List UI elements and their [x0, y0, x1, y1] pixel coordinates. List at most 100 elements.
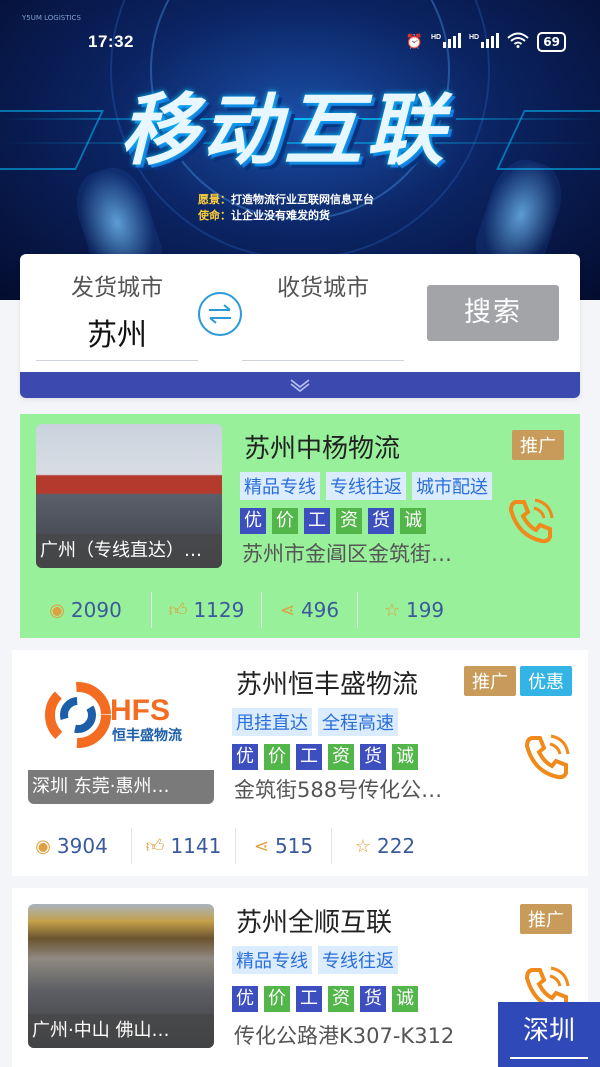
to-city-label: 收货城市	[277, 275, 369, 301]
service-tag: 全程高速	[318, 708, 398, 736]
to-city-underline	[242, 360, 404, 361]
hd-signal-icon: HD	[431, 32, 462, 52]
favorites-stat[interactable]: ☆ 199	[358, 592, 470, 628]
service-tag: 专线往返	[326, 472, 406, 500]
mission-key: 使命：	[198, 209, 231, 222]
qual-badge: 货	[368, 508, 394, 534]
service-tag: 精品专线	[240, 472, 320, 500]
listing-card[interactable]: 广州（专线直达）… 苏州中杨物流 推广 精品专线 专线往返 城市配送 优 价 工…	[20, 414, 580, 638]
company-address: 金筑街588号传化公…	[234, 778, 443, 802]
phone-call-icon[interactable]	[520, 730, 572, 782]
qual-badge: 资	[328, 986, 354, 1012]
views-stat: ◉ 3904	[12, 828, 132, 864]
banner-title: 移动互联	[120, 86, 449, 176]
promo-badge: 推广	[512, 430, 564, 460]
likes-count: 1129	[193, 598, 245, 622]
discount-badge: 优惠	[520, 666, 572, 696]
eye-icon: ◉	[35, 835, 51, 857]
route-caption: 广州（专线直达）…	[36, 534, 222, 568]
badge-group: 推广 优惠	[464, 666, 572, 696]
from-city-value[interactable]: 苏州	[36, 310, 198, 353]
service-tags: 甩挂直达 全程高速	[232, 708, 398, 736]
promo-badge: 推广	[464, 666, 516, 696]
thumbs-up-icon: 👍︎	[168, 600, 188, 621]
views-count: 2090	[70, 598, 122, 622]
alarm-icon: ⏰	[405, 34, 424, 50]
route-search-panel: 发货城市 苏州 收货城市 搜索	[20, 254, 580, 398]
current-city-button[interactable]: 深圳	[498, 1002, 600, 1067]
stats-row: ◉ 2090 👍︎ 1129 ⋖ 496 ☆ 199	[20, 590, 580, 630]
listing-thumbnail[interactable]: HFS 恒丰盛物流 深圳 东莞·惠州…	[28, 660, 214, 804]
search-button[interactable]: 搜索	[427, 285, 559, 341]
eye-icon: ◉	[49, 599, 65, 621]
qual-badge: 优	[232, 986, 258, 1012]
likes-count: 1141	[170, 834, 222, 858]
shares-stat[interactable]: ⋖ 515	[236, 828, 332, 864]
banner-corner-text: Y5UM LOGISTICS	[22, 14, 81, 22]
service-tag: 城市配送	[412, 472, 492, 500]
banner-slogan: 愿景：打造物流行业互联网信息平台 使命：让企业没有难发的货	[198, 192, 374, 224]
svg-text:HD: HD	[469, 34, 479, 41]
likes-stat[interactable]: 👍︎ 1129	[152, 592, 262, 628]
qual-badge: 价	[264, 744, 290, 770]
qual-badge: 优	[240, 508, 266, 534]
qualification-badges: 优 价 工 资 货 诚	[232, 986, 418, 1012]
share-icon: ⋖	[253, 835, 269, 857]
badge-group: 推广	[520, 904, 572, 934]
star-icon: ☆	[354, 835, 371, 857]
from-city-label: 发货城市	[71, 275, 163, 301]
qualification-badges: 优 价 工 资 货 诚	[232, 744, 418, 770]
promo-badge: 推广	[520, 904, 572, 934]
shares-count: 496	[300, 598, 340, 622]
hd-signal-icon: HD	[469, 32, 500, 52]
to-city-field[interactable]: 收货城市	[242, 268, 404, 361]
vision-key: 愿景：	[198, 193, 231, 206]
stats-row: ◉ 3904 👍︎ 1141 ⋖ 515 ☆ 222	[12, 826, 588, 866]
views-stat: ◉ 2090	[20, 592, 152, 628]
company-name[interactable]: 苏州中杨物流	[244, 428, 400, 465]
from-city-underline	[36, 360, 198, 361]
status-bar: 17:32 ⏰ HD HD 69	[0, 30, 600, 56]
favorites-count: 222	[376, 834, 416, 858]
qual-badge: 工	[304, 508, 330, 534]
qual-badge: 诚	[392, 744, 418, 770]
shares-stat[interactable]: ⋖ 496	[262, 592, 358, 628]
status-time: 17:32	[88, 32, 134, 51]
qual-badge: 资	[336, 508, 362, 534]
service-tag: 甩挂直达	[232, 708, 312, 736]
qual-badge: 诚	[392, 986, 418, 1012]
company-name[interactable]: 苏州恒丰盛物流	[236, 664, 418, 701]
chevron-down-icon	[290, 379, 310, 393]
share-icon: ⋖	[279, 599, 295, 621]
to-city-value[interactable]	[242, 310, 404, 350]
qual-badge: 优	[232, 744, 258, 770]
route-caption: 深圳 东莞·惠州…	[28, 770, 214, 804]
from-city-field[interactable]: 发货城市 苏州	[36, 268, 198, 361]
qual-badge: 诚	[400, 508, 426, 534]
swap-cities-button[interactable]	[198, 292, 242, 336]
shares-count: 515	[274, 834, 314, 858]
hfs-logo: HFS 恒丰盛物流	[45, 682, 182, 748]
qual-badge: 货	[360, 986, 386, 1012]
qual-badge: 货	[360, 744, 386, 770]
thumbs-up-icon: 👍︎	[145, 836, 165, 857]
battery-indicator: 69	[537, 32, 566, 52]
current-city-label: 深圳	[522, 1016, 575, 1046]
qualification-badges: 优 价 工 资 货 诚	[240, 508, 426, 534]
company-name[interactable]: 苏州全顺互联	[236, 902, 392, 939]
company-address: 苏州市金阊区金筑街…	[242, 542, 452, 566]
listing-thumbnail[interactable]: 广州·中山 佛山…	[28, 904, 214, 1048]
service-tags: 精品专线 专线往返	[232, 946, 398, 974]
svg-text:HD: HD	[431, 34, 441, 41]
service-tag: 专线往返	[318, 946, 398, 974]
expand-filters-bar[interactable]	[20, 372, 580, 398]
listing-card[interactable]: HFS 恒丰盛物流 深圳 东莞·惠州… 苏州恒丰盛物流 推广 优惠 甩挂直达 全…	[12, 650, 588, 876]
service-tags: 精品专线 专线往返 城市配送	[240, 472, 492, 500]
qual-badge: 资	[328, 744, 354, 770]
listing-thumbnail[interactable]: 广州（专线直达）…	[36, 424, 222, 568]
badge-group: 推广	[512, 430, 564, 460]
logo-text: HFS	[110, 694, 170, 727]
phone-call-icon[interactable]	[504, 494, 556, 546]
likes-stat[interactable]: 👍︎ 1141	[132, 828, 236, 864]
favorites-stat[interactable]: ☆ 222	[332, 828, 438, 864]
